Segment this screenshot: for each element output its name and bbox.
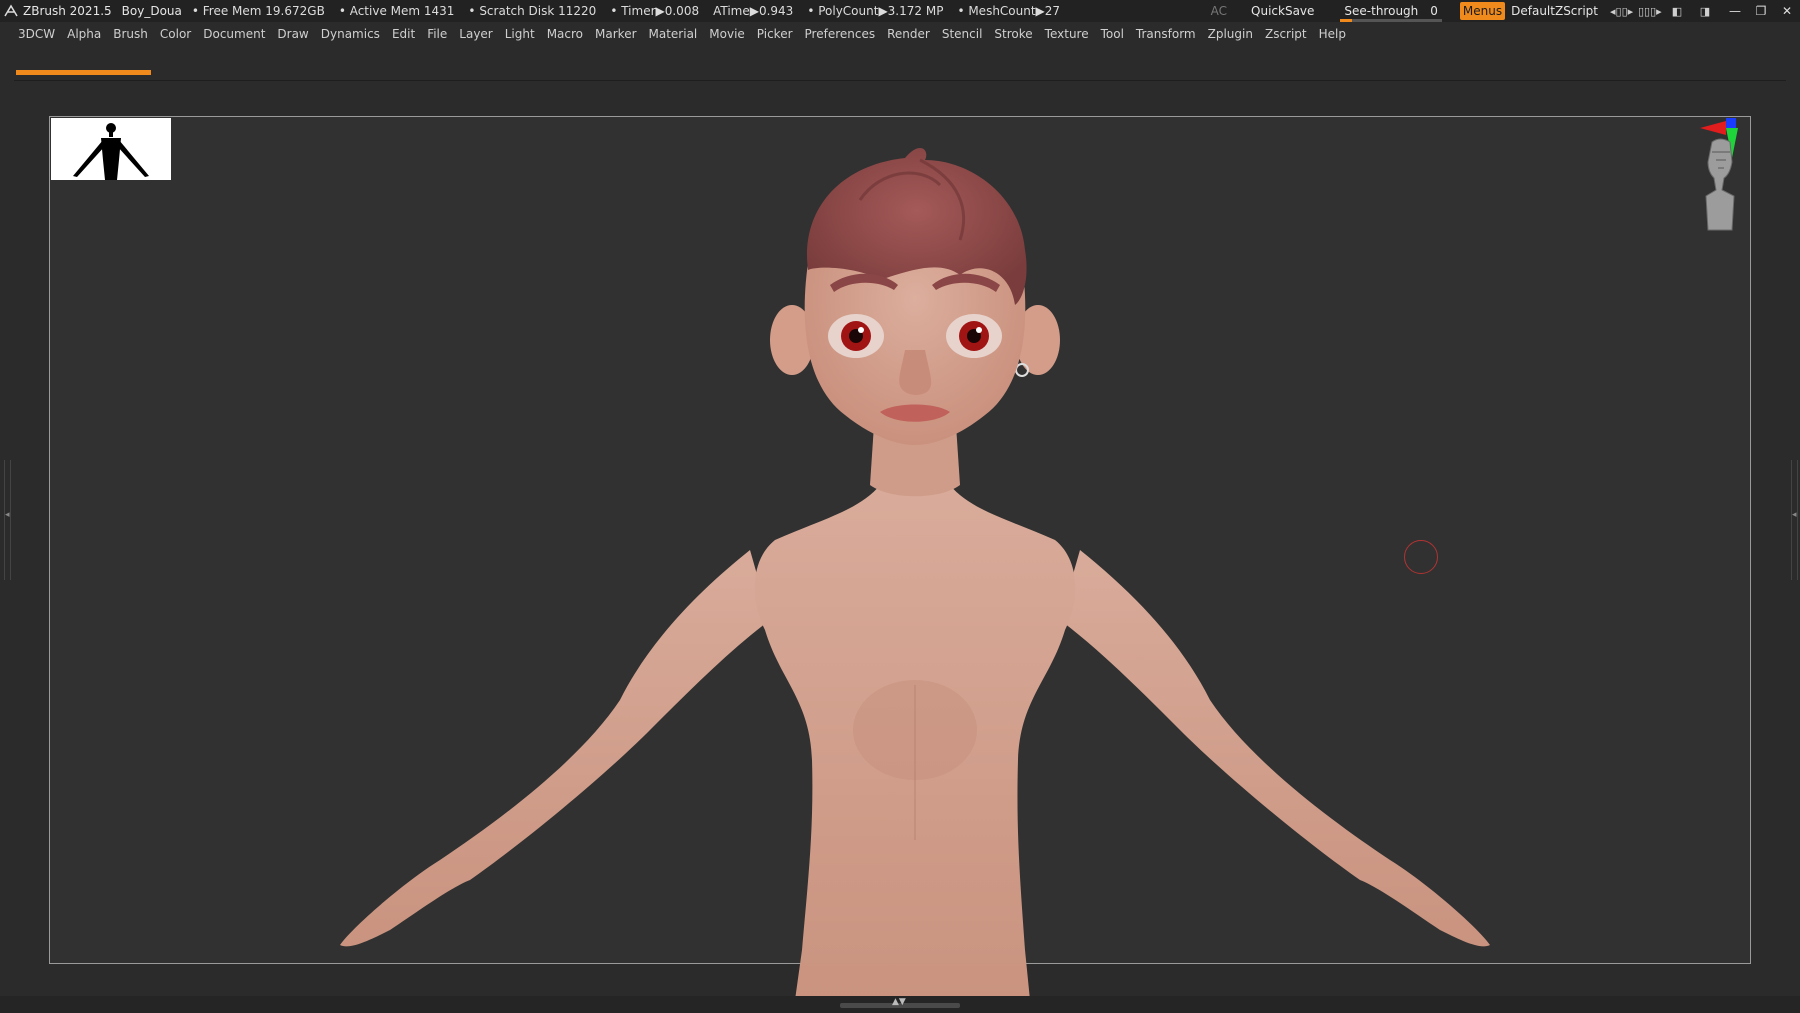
menu-render[interactable]: Render: [887, 27, 930, 41]
main-menu-bar: 3DCW Alpha Brush Color Document Draw Dyn…: [0, 22, 1800, 46]
restore-icon[interactable]: ❐: [1748, 4, 1774, 18]
chevron-right-icon: ◂: [1792, 510, 1797, 520]
menu-alpha[interactable]: Alpha: [67, 27, 101, 41]
navigator-thumbnail[interactable]: [51, 118, 171, 180]
silhouette-icon: [73, 123, 149, 180]
menu-edit[interactable]: Edit: [392, 27, 415, 41]
meshcount: • MeshCount▶27: [957, 4, 1061, 18]
menu-zplugin[interactable]: Zplugin: [1208, 27, 1253, 41]
menu-document[interactable]: Document: [203, 27, 265, 41]
menu-marker[interactable]: Marker: [595, 27, 636, 41]
see-through-label: See-through: [1344, 4, 1419, 18]
expand-ui-icon[interactable]: ▯▯▯▸: [1638, 5, 1662, 18]
active-mem: • Active Mem 1431: [338, 4, 455, 18]
menu-zscript[interactable]: Zscript: [1265, 27, 1307, 41]
menu-texture[interactable]: Texture: [1045, 27, 1089, 41]
menus-toggle-button[interactable]: Menus: [1459, 2, 1506, 20]
titlebar-right-controls: AC QuickSave See-through 0 Menus DefaultZ…: [1211, 0, 1800, 22]
shelf-divider: [14, 80, 1786, 81]
minimize-icon[interactable]: —: [1722, 4, 1748, 18]
left-arm: [340, 550, 770, 947]
layout-right-icon[interactable]: ◨: [1694, 5, 1716, 18]
menu-help[interactable]: Help: [1319, 27, 1346, 41]
title-bar: ZBrush 2021.5 Boy_Doua • Free Mem 19.672…: [0, 0, 1800, 22]
menu-3dcw[interactable]: 3DCW: [18, 27, 55, 41]
project-name: Boy_Doua: [121, 4, 182, 18]
progress-bar: [16, 70, 151, 75]
menu-picker[interactable]: Picker: [757, 27, 793, 41]
chevron-up-down-icon: ▲▼: [892, 997, 906, 1007]
menu-stroke[interactable]: Stroke: [994, 27, 1032, 41]
see-through-value: 0: [1430, 4, 1438, 18]
ac-button[interactable]: AC: [1211, 4, 1227, 18]
zbrush-logo-icon[interactable]: [3, 3, 19, 19]
menu-file[interactable]: File: [427, 27, 447, 41]
right-tray-handle[interactable]: ◂: [1791, 460, 1798, 580]
menu-light[interactable]: Light: [505, 27, 535, 41]
menu-dynamics[interactable]: Dynamics: [321, 27, 380, 41]
left-tray-handle[interactable]: ◂: [4, 460, 11, 580]
sculpt-model[interactable]: [320, 140, 1500, 1004]
atime: ATime▶0.943: [713, 4, 794, 18]
menu-tool[interactable]: Tool: [1101, 27, 1124, 41]
menu-transform[interactable]: Transform: [1136, 27, 1196, 41]
menu-movie[interactable]: Movie: [709, 27, 745, 41]
scratch-disk: • Scratch Disk 11220: [468, 4, 597, 18]
chevron-left-icon: ◂: [5, 510, 10, 520]
app-version: ZBrush 2021.5: [23, 4, 112, 18]
polycount: • PolyCount▶3.172 MP: [807, 4, 944, 18]
quicksave-button[interactable]: QuickSave: [1251, 4, 1314, 18]
top-shelf: [0, 46, 1800, 80]
menu-macro[interactable]: Macro: [547, 27, 583, 41]
right-arm: [1060, 550, 1490, 947]
nose: [899, 350, 932, 395]
close-icon[interactable]: ✕: [1774, 4, 1800, 18]
shrink-ui-icon[interactable]: ◂▯▯▸: [1610, 5, 1633, 18]
layout-left-icon[interactable]: ◧: [1666, 5, 1688, 18]
menu-color[interactable]: Color: [160, 27, 191, 41]
menu-layer[interactable]: Layer: [459, 27, 492, 41]
see-through-slider[interactable]: See-through 0: [1340, 4, 1442, 22]
menu-material[interactable]: Material: [649, 27, 698, 41]
default-zscript-button[interactable]: DefaultZScript: [1511, 4, 1598, 18]
timer: • Timer▶0.008: [610, 4, 700, 18]
free-mem: • Free Mem 19.672GB: [191, 4, 325, 18]
brush-cursor: [1404, 540, 1438, 574]
menu-preferences[interactable]: Preferences: [805, 27, 876, 41]
menu-brush[interactable]: Brush: [113, 27, 148, 41]
menu-stencil[interactable]: Stencil: [942, 27, 983, 41]
menu-draw[interactable]: Draw: [277, 27, 308, 41]
head-gizmo-icon[interactable]: [1690, 112, 1754, 236]
bottom-tray-handle[interactable]: ▲▼: [840, 997, 960, 1008]
